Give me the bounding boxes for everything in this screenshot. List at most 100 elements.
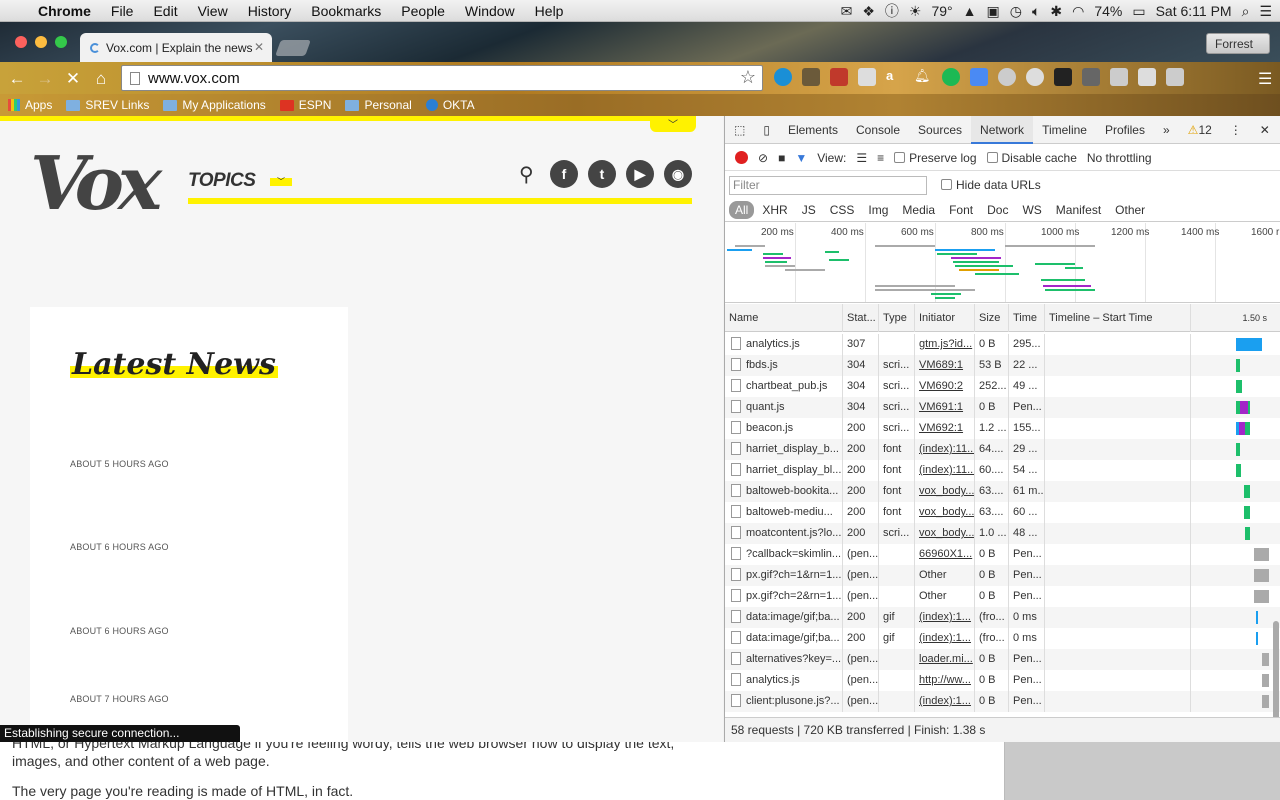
menu-app-name[interactable]: Chrome [28,3,101,19]
vox-logo[interactable]: Vox [30,141,162,227]
table-row[interactable]: ?callback=skimlin... (pen... 66960X1... 0 B… [725,544,1280,565]
column-type[interactable]: Type [879,304,915,332]
extension-icon[interactable] [1138,68,1156,86]
table-row[interactable]: harriet_display_b... 200 font (index):11...… [725,439,1280,460]
column-initiator[interactable]: Initiator [915,304,975,332]
table-row[interactable]: client:plusone.js?... (pen... (index):1...… [725,691,1280,712]
extension-icon[interactable] [1166,68,1184,86]
tab-timeline[interactable]: Timeline [1033,116,1096,144]
forward-arrow-icon[interactable]: → [35,69,55,89]
bookmark-personal[interactable]: Personal [345,98,412,112]
bluetooth-icon[interactable]: ✱ [1050,3,1062,20]
filter-input[interactable]: Filter [729,175,927,195]
throttling-select[interactable]: No throttling [1087,151,1152,165]
topics-chevron-icon[interactable]: ﹀ [270,178,292,186]
info-icon[interactable]: ⓘ [885,1,899,21]
extension-icon[interactable] [802,68,820,86]
wifi-icon[interactable]: ◠ [1072,3,1084,20]
cell-initiator[interactable]: VM689:1 [915,355,975,376]
large-rows-icon[interactable]: ☰ [856,151,867,165]
back-arrow-icon[interactable]: ← [7,69,27,89]
tab-profiles[interactable]: Profiles [1096,116,1154,144]
cell-initiator[interactable]: (index):1... [915,628,975,649]
menu-window[interactable]: Window [455,3,525,19]
filter-js[interactable]: JS [796,201,822,219]
tab-console[interactable]: Console [847,116,909,144]
table-row[interactable]: analytics.js (pen... http://ww... 0 B Pen... [725,670,1280,691]
bookmark-srev-links[interactable]: SREV Links [66,98,149,112]
checkbox-box[interactable] [986,151,998,163]
filter-img[interactable]: Img [862,201,894,219]
table-row[interactable]: px.gif?ch=1&rn=1... (pen... Other 0 B Pen... [725,565,1280,586]
more-tabs-icon[interactable]: » [1154,116,1179,144]
column-name[interactable]: Name [725,304,843,332]
extension-icon[interactable] [1110,68,1128,86]
filter-media[interactable]: Media [896,201,941,219]
device-mode-icon[interactable]: ▯ [754,116,779,144]
amazon-icon[interactable]: a [886,68,904,86]
drive-icon[interactable]: ▲ [963,3,977,19]
cloud-icon[interactable] [1026,68,1044,86]
extension-icon[interactable] [1054,68,1072,86]
address-bar[interactable]: www.vox.com ☆ [121,65,763,91]
filter-font[interactable]: Font [943,201,979,219]
weather-icon[interactable]: ☀ [909,3,922,20]
menu-history[interactable]: History [238,3,302,19]
checkbox-box[interactable] [941,179,952,190]
chrome-menu-icon[interactable]: ☰ [1258,69,1272,89]
profile-button[interactable]: Forrest [1206,33,1270,54]
twitter-icon[interactable]: t [588,160,616,188]
close-devtools-icon[interactable]: ✕ [1251,116,1279,144]
spotlight-icon[interactable]: ⌕ [1242,3,1250,20]
table-row[interactable]: beacon.js 200 scri... VM692:1 1.2 ... 155... [725,418,1280,439]
filter-xhr[interactable]: XHR [756,201,793,219]
menu-bookmarks[interactable]: Bookmarks [301,3,391,19]
weather-temperature[interactable]: 79° [931,3,952,19]
tab-elements[interactable]: Elements [779,116,847,144]
cell-initiator[interactable]: Other [915,586,975,607]
search-icon[interactable]: ⚲ [519,162,534,187]
menu-people[interactable]: People [391,3,455,19]
cell-initiator[interactable]: Other [915,565,975,586]
bookmark-espn[interactable]: ESPN [279,98,331,112]
cell-initiator[interactable]: 66960X1... [915,544,975,565]
clear-icon[interactable]: ⊘ [758,151,768,165]
cell-initiator[interactable]: gtm.js?id... [915,334,975,355]
table-row[interactable]: px.gif?ch=2&rn=1... (pen... Other 0 B Pen... [725,586,1280,607]
home-icon[interactable]: ⌂ [91,69,111,89]
cell-initiator[interactable]: http://ww... [915,670,975,691]
filter-ws[interactable]: WS [1016,201,1047,219]
disable-cache-checkbox[interactable]: Disable cache [986,151,1077,165]
overview-icon[interactable]: ≡ [877,151,884,165]
volume-icon[interactable]: 🔈︎ [1032,3,1040,20]
table-row[interactable]: fbds.js 304 scri... VM689:1 53 B 22 ... [725,355,1280,376]
bookmark-star-icon[interactable]: ☆ [740,67,756,88]
cell-initiator[interactable]: loader.mi... [915,649,975,670]
column-time[interactable]: Time [1009,304,1045,332]
facebook-icon[interactable]: f [550,160,578,188]
cell-initiator[interactable]: (index):11... [915,460,975,481]
bell-icon[interactable]: 🔔︎ [914,68,932,86]
terminal-icon[interactable]: ▣ [987,3,1000,20]
spotify-icon[interactable] [942,68,960,86]
extension-icon[interactable] [858,68,876,86]
new-tab-button[interactable] [275,40,311,56]
table-row[interactable]: baltoweb-mediu... 200 font vox_body... 63...… [725,502,1280,523]
youtube-icon[interactable]: ▶ [626,160,654,188]
cell-initiator[interactable]: VM691:1 [915,397,975,418]
extension-icon[interactable] [774,68,792,86]
zoom-window-button[interactable] [55,36,67,48]
table-row[interactable]: analytics.js 307 gtm.js?id... 0 B 295... [725,334,1280,355]
cell-initiator[interactable]: VM692:1 [915,418,975,439]
table-row[interactable]: quant.js 304 scri... VM691:1 0 B Pen... [725,397,1280,418]
tab-network[interactable]: Network [971,115,1034,144]
table-row[interactable]: moatcontent.js?lo... 200 scri... vox_body..… [725,523,1280,544]
extension-icon[interactable] [830,68,848,86]
devtools-menu-icon[interactable]: ⋮ [1221,116,1251,144]
capture-screenshots-icon[interactable]: ■ [778,151,785,165]
table-row[interactable]: data:image/gif;ba... 200 gif (index):1... (f… [725,628,1280,649]
preserve-log-checkbox[interactable]: Preserve log [894,151,977,165]
bookmark-okta[interactable]: OKTA [425,98,475,112]
close-window-button[interactable] [15,36,27,48]
chevron-down-icon[interactable]: ﹀ [650,116,696,132]
